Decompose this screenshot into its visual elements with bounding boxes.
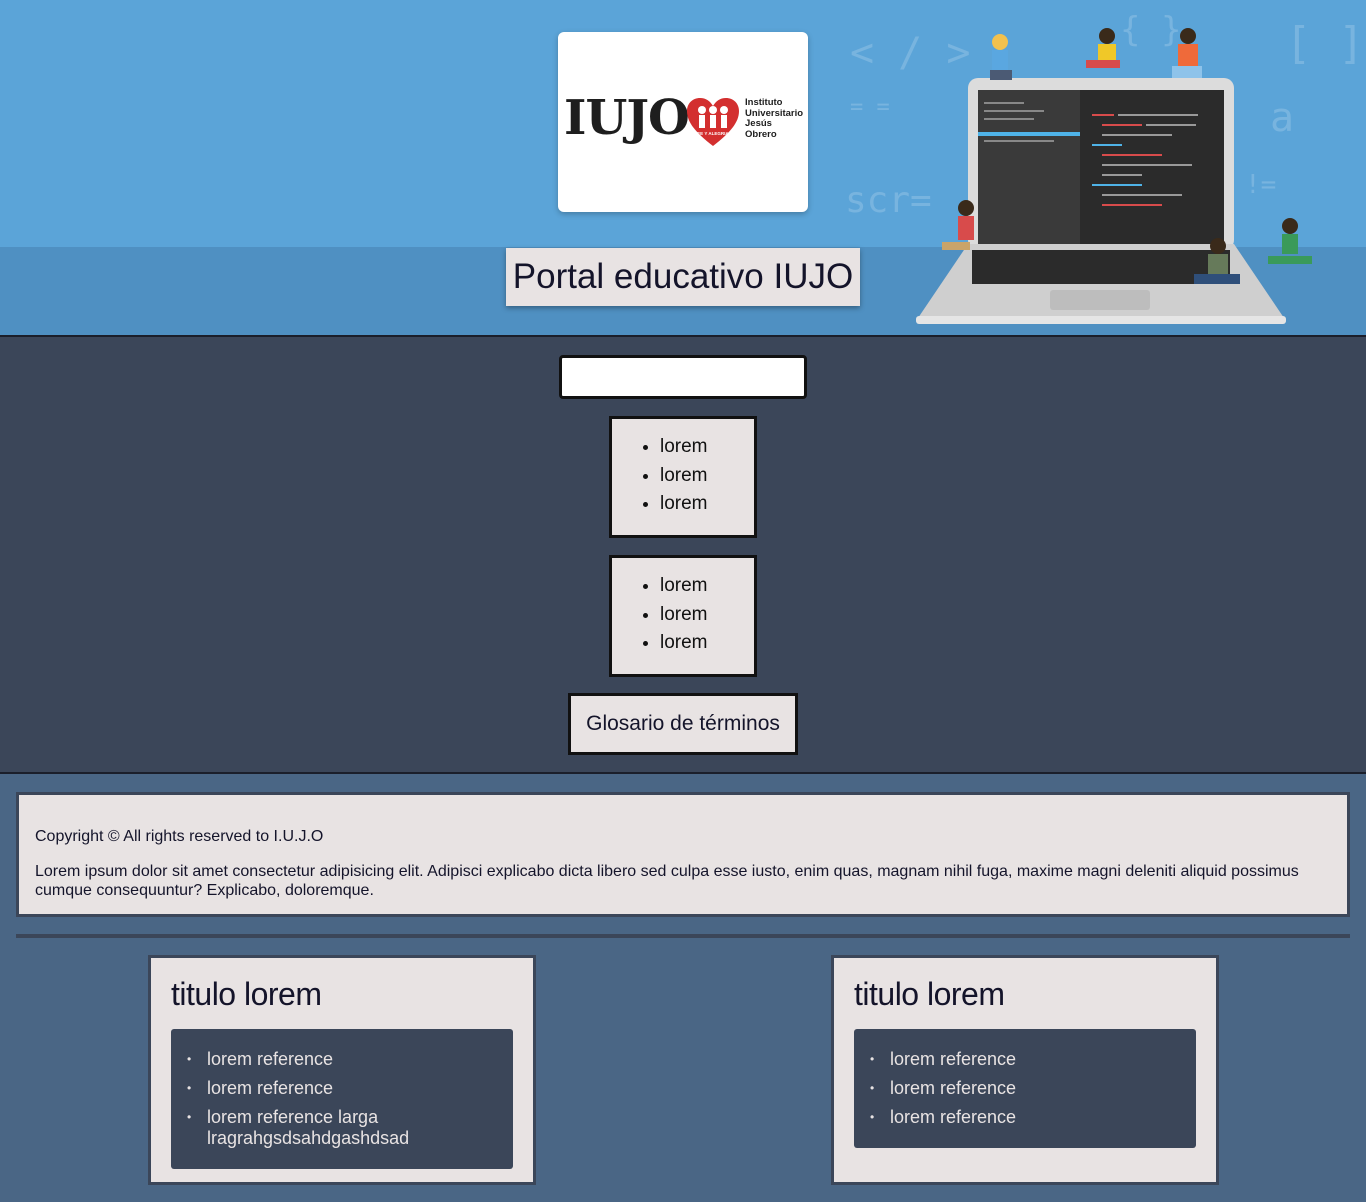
reference-card-title: titulo lorem [854,976,1005,1012]
menu-item[interactable]: lorem [660,490,754,519]
page-title-box: Portal educativo IUJO [506,248,860,306]
heart-caption: FE Y ALEGRIA [697,131,729,136]
copyright-box: Copyright © All rights reserved to I.U.J… [16,792,1350,917]
menu-item[interactable]: lorem [660,462,754,491]
reference-item[interactable]: lorem reference [854,1078,1196,1099]
main-navigation: lorem lorem lorem lorem lorem lorem Glos… [0,335,1366,774]
iujo-logo: IUJO FE Y ALEGRIA Instituto Universitari… [558,32,808,212]
laptop-illustration [916,28,1312,324]
logo-wordmark: IUJO [564,90,690,146]
menu-item[interactable]: lorem [660,572,754,601]
reference-item[interactable]: lorem reference larga lragrahgsdsahdgash… [171,1107,513,1149]
menu-item[interactable]: lorem [660,433,754,462]
reference-list: lorem reference lorem reference lorem re… [171,1029,513,1169]
menu-list-box: lorem lorem lorem [609,555,757,677]
search-input[interactable] [559,355,807,399]
reference-item[interactable]: lorem reference [854,1107,1196,1128]
glossary-button[interactable]: Glosario de términos [568,693,798,755]
reference-item[interactable]: lorem reference [854,1049,1196,1070]
reference-card-title: titulo lorem [171,976,322,1012]
logo-subtitle-line: Instituto [745,97,783,108]
heart-logo-icon: FE Y ALEGRIA [687,98,739,146]
header: < / > { } [ ] scr= = = != a IUJO FE Y AL… [0,0,1366,335]
reference-item[interactable]: lorem reference [171,1078,513,1099]
copyright-text: Copyright © All rights reserved to I.U.J… [35,828,324,845]
menu-list: lorem lorem lorem [612,558,754,658]
menu-item[interactable]: lorem [660,601,754,630]
menu-list: lorem lorem lorem [612,419,754,519]
menu-item[interactable]: lorem [660,629,754,658]
page-title: Portal educativo IUJO [512,257,854,296]
reference-list: lorem reference lorem reference lorem re… [854,1029,1196,1148]
reference-item[interactable]: lorem reference [171,1049,513,1070]
footer-description: Lorem ipsum dolor sit amet consectetur a… [35,863,1299,899]
code-pattern-decoration: = = [850,95,890,120]
footer-divider [16,934,1350,938]
logo-subtitle: Instituto Universitario Jesús Obrero [745,97,807,140]
reference-card: titulo lorem lorem reference lorem refer… [831,955,1219,1185]
reference-card: titulo lorem lorem reference lorem refer… [148,955,536,1185]
logo-subtitle-line: Obrero [745,128,777,140]
menu-list-box: lorem lorem lorem [609,416,757,538]
logo-subtitle-line: Jesús [745,118,772,129]
